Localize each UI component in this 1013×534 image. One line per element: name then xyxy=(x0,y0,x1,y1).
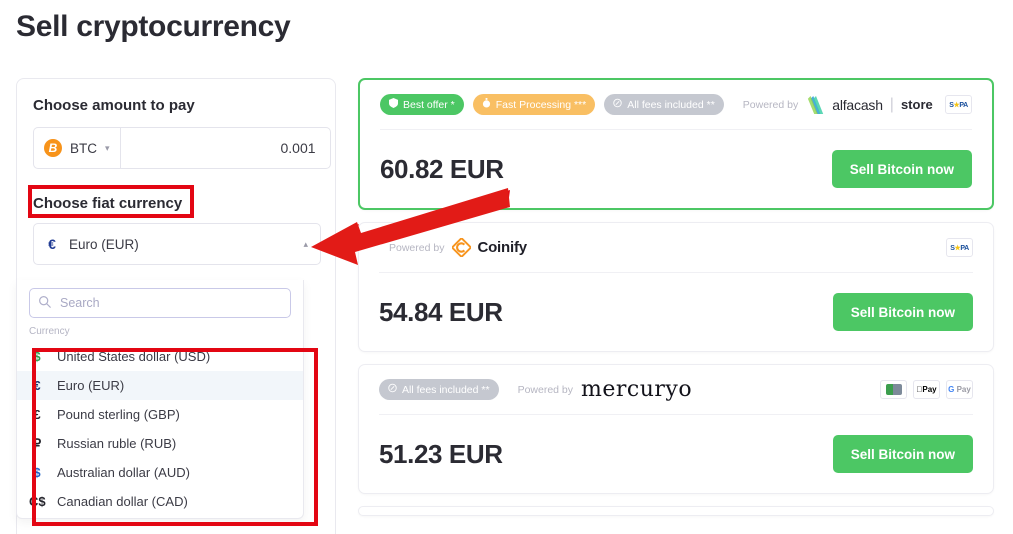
tag-icon xyxy=(388,383,397,396)
sell-bitcoin-button[interactable]: Sell Bitcoin now xyxy=(831,150,972,188)
chevron-down-icon: ▾ xyxy=(105,142,110,153)
mercuryo-logo: mercuryo xyxy=(581,377,692,402)
currency-option[interactable]: £ Pound sterling (GBP) xyxy=(17,400,303,429)
offer-card-body: 54.84 EUR Sell Bitcoin now xyxy=(379,273,973,351)
bitcoin-icon: B xyxy=(44,139,62,157)
offer-card-body: 51.23 EUR Sell Bitcoin now xyxy=(379,415,973,493)
offer-price: 60.82 EUR xyxy=(380,153,504,184)
offer-card: All fees included ** Powered by mercuryo P… xyxy=(358,364,994,494)
powered-by-block: Powered by Coinify xyxy=(389,238,527,257)
tag-icon xyxy=(613,98,622,111)
currency-option-label: United States dollar (USD) xyxy=(57,349,211,364)
offer-card-header: Powered by Coinify S★PA xyxy=(379,223,973,273)
sepa-icon: S★PA xyxy=(949,101,968,109)
offer-card: Best offer * Fast Processing *** All fees … xyxy=(358,78,994,210)
provider-name: alfacash xyxy=(832,96,883,113)
amount-row: B BTC ▾ xyxy=(33,127,331,169)
currency-list: $ United States dollar (USD) € Euro (EUR) £ P… xyxy=(17,342,303,518)
sell-bitcoin-button[interactable]: Sell Bitcoin now xyxy=(832,293,973,331)
offer-card-body: 60.82 EUR Sell Bitcoin now xyxy=(380,130,972,208)
currency-option-label: Canadian dollar (CAD) xyxy=(57,494,188,509)
badge-best: Best offer * xyxy=(380,94,464,115)
currency-option-label: Australian dollar (AUD) xyxy=(57,465,190,480)
sell-bitcoin-button[interactable]: Sell Bitcoin now xyxy=(832,435,973,473)
currency-search-input[interactable] xyxy=(29,288,291,318)
currency-symbol-icon: € xyxy=(33,378,41,393)
payment-method-logo: Pay xyxy=(913,380,940,399)
powered-by-label: Powered by xyxy=(389,241,445,254)
crypto-currency-select[interactable]: B BTC ▾ xyxy=(33,127,120,169)
clock-icon xyxy=(482,98,491,111)
offer-price: 51.23 EUR xyxy=(379,438,503,469)
badge-label: Fast Processing *** xyxy=(495,98,587,111)
payment-method-logo xyxy=(880,380,907,399)
offers-list: Best offer * Fast Processing *** All fees … xyxy=(358,78,994,528)
payment-method-logo: S★PA xyxy=(946,238,973,257)
currency-option-label: Russian ruble (RUB) xyxy=(57,436,177,451)
badge-fast: Fast Processing *** xyxy=(472,94,596,115)
badge-label: All fees included ** xyxy=(402,383,490,396)
powered-by-label: Powered by xyxy=(517,383,574,396)
badge-label: All fees included ** xyxy=(627,98,715,111)
euro-symbol-icon: € xyxy=(48,236,56,252)
offer-price: 54.84 EUR xyxy=(379,296,503,327)
fiat-currency-dropdown: Currency $ United States dollar (USD) € Eur… xyxy=(16,280,304,519)
fiat-currency-select[interactable]: € Euro (EUR) ▴ xyxy=(33,223,321,265)
payment-methods: S★PA xyxy=(946,238,973,257)
offer-card-partial xyxy=(358,506,994,516)
offer-card-header: Best offer * Fast Processing *** All fees … xyxy=(380,80,972,130)
crypto-currency-label: BTC xyxy=(70,140,97,156)
badge-fees: All fees included ** xyxy=(379,379,499,400)
currency-option[interactable]: $ United States dollar (USD) xyxy=(17,342,303,371)
currency-option-label: Pound sterling (GBP) xyxy=(57,407,180,422)
provider-name: mercuryo xyxy=(581,377,693,402)
currency-option-label: Euro (EUR) xyxy=(57,378,125,393)
provider-separator: | xyxy=(889,95,894,113)
sell-cryptocurrency-page: Sell cryptocurrency Choose amount to pay… xyxy=(0,0,1013,534)
currency-option[interactable]: C$ Canadian dollar (CAD) xyxy=(17,487,303,516)
alfacash-logo: alfacash | store xyxy=(806,95,933,114)
page-title: Sell cryptocurrency xyxy=(16,10,291,43)
currency-option[interactable]: ₽ Russian ruble (RUB) xyxy=(17,429,303,458)
badge-label: Best offer * xyxy=(403,98,455,111)
amount-input[interactable] xyxy=(119,127,331,169)
choose-amount-label: Choose amount to pay xyxy=(33,97,195,114)
sepa-icon: S★PA xyxy=(950,244,969,252)
currency-symbol-icon: $ xyxy=(33,349,41,364)
currency-symbol-icon: C$ xyxy=(29,494,46,509)
card-icon xyxy=(885,384,902,395)
payment-method-logo: G Pay xyxy=(946,380,973,399)
currency-group-label: Currency xyxy=(29,326,70,337)
provider-sub-name: store xyxy=(900,97,933,112)
currency-symbol-icon: £ xyxy=(33,407,41,422)
powered-by-block: Powered by alfacash | store xyxy=(742,95,933,114)
payment-methods: Pay G Pay xyxy=(880,380,973,399)
currency-option[interactable]: $ Australian dollar (AUD) xyxy=(17,458,303,487)
chevron-up-icon: ▴ xyxy=(303,238,308,249)
powered-by-block: Powered by mercuryo xyxy=(518,377,693,402)
apple-pay-icon: Pay xyxy=(916,385,936,394)
fiat-currency-value: Euro (EUR) xyxy=(69,236,139,252)
payment-methods: S★PA xyxy=(945,95,972,114)
currency-option[interactable]: € Euro (EUR) xyxy=(17,371,303,400)
offer-card-header: All fees included ** Powered by mercuryo P… xyxy=(379,365,973,415)
currency-symbol-icon: ₽ xyxy=(32,435,42,451)
google-pay-icon: G Pay xyxy=(948,385,971,394)
payment-method-logo: S★PA xyxy=(945,95,972,114)
powered-by-label: Powered by xyxy=(742,98,799,111)
provider-name: Coinify xyxy=(477,239,527,256)
currency-symbol-icon: $ xyxy=(33,465,41,480)
shield-icon xyxy=(389,98,398,111)
badge-fees: All fees included ** xyxy=(604,94,724,115)
offer-card: Powered by Coinify S★PA 54.84 EUR Sell Bitco… xyxy=(358,222,994,352)
coinify-logo: Coinify xyxy=(452,238,527,257)
search-wrapper xyxy=(29,288,291,318)
choose-fiat-currency-label: Choose fiat currency xyxy=(33,195,183,212)
